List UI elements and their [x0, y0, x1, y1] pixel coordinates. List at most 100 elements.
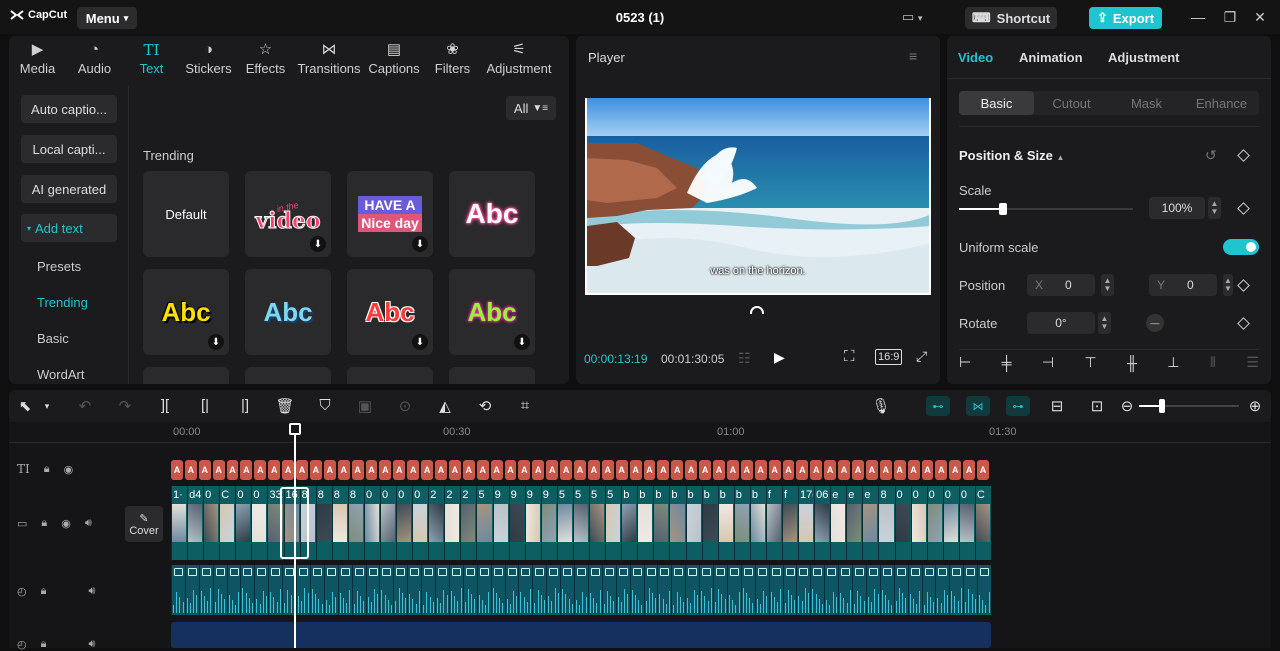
text-clip[interactable]: A	[879, 460, 892, 480]
audio-clip[interactable]	[810, 565, 823, 615]
video-clip[interactable]: C	[219, 486, 235, 560]
rotate-dial-icon[interactable]: —	[1146, 314, 1164, 332]
align-center-h-icon[interactable]: ╪	[1002, 355, 1012, 371]
text-clip[interactable]: A	[421, 460, 434, 480]
audio-clip[interactable]	[615, 565, 629, 615]
distribute-h-icon[interactable]: ⦀	[1210, 354, 1216, 371]
audio-clip[interactable]	[532, 565, 545, 615]
text-clip[interactable]: A	[435, 460, 447, 480]
video-clip[interactable]: 5	[556, 486, 572, 560]
text-clip[interactable]: A	[587, 460, 600, 480]
align-bottom-icon[interactable]: ⊥	[1167, 354, 1179, 371]
lock-icon[interactable]: 🔒︎	[44, 463, 50, 476]
text-preset-tile[interactable]: Abc ⬇	[449, 269, 535, 355]
rotate-input[interactable]: 0°	[1027, 312, 1095, 334]
text-preset-tile[interactable]	[449, 367, 535, 384]
text-clip[interactable]: A	[476, 460, 489, 480]
audio-clip[interactable]	[907, 565, 921, 615]
text-clip[interactable]: A	[184, 460, 197, 480]
download-icon[interactable]: ⬇	[310, 236, 326, 252]
tab-stickers[interactable]: ◑ Stickers	[180, 36, 237, 78]
text-clip[interactable]: A	[768, 460, 781, 480]
video-clip[interactable]: 5	[589, 486, 605, 560]
audio-clip[interactable]	[365, 565, 379, 615]
video-clip[interactable]: 9	[540, 486, 556, 560]
freeze-icon[interactable]: ▣	[355, 397, 375, 415]
minimize-icon[interactable]: —	[1188, 9, 1208, 25]
collapse-icon[interactable]: ▲	[1057, 153, 1065, 162]
video-clip[interactable]: 9	[524, 486, 540, 560]
video-clip[interactable]: b	[717, 486, 733, 560]
text-clip[interactable]: A	[629, 460, 642, 480]
video-clip[interactable]: 0	[910, 486, 926, 560]
preview-axis-icon[interactable]: ⊡	[1087, 397, 1107, 415]
download-icon[interactable]: ⬇	[208, 334, 224, 350]
text-clip[interactable]: A	[601, 460, 614, 480]
video-clip[interactable]: b	[733, 486, 749, 560]
video-clip[interactable]: 8	[331, 486, 347, 560]
audio-clip[interactable]	[699, 565, 712, 615]
text-clip[interactable]: A	[782, 460, 795, 480]
video-clip[interactable]: 1·	[171, 486, 187, 560]
subtab-mask[interactable]: Mask	[1109, 91, 1184, 115]
text-clip[interactable]: A	[907, 460, 920, 480]
audio-clip[interactable]	[685, 565, 698, 615]
text-clip[interactable]: A	[685, 460, 698, 480]
position-y-input[interactable]: Y 0	[1149, 274, 1217, 296]
text-clip[interactable]: A	[657, 460, 670, 480]
scale-stepper[interactable]: ▲ ▼	[1208, 197, 1221, 219]
text-clip[interactable]: A	[921, 460, 934, 480]
add-text-button[interactable]: ▾ Add text	[21, 214, 117, 242]
ai-generated-button[interactable]: AI generated	[21, 175, 117, 203]
zoom-slider-thumb[interactable]	[1159, 399, 1165, 413]
align-left-icon[interactable]: ⊢	[959, 354, 971, 371]
time-ruler[interactable]: 00:00 00:30 01:00 01:30	[171, 422, 1271, 442]
uniform-scale-toggle[interactable]	[1223, 239, 1259, 255]
rotate-handle-icon[interactable]	[750, 306, 764, 314]
split-view-icon[interactable]: ⊟	[1047, 397, 1067, 415]
audio-clip[interactable]	[643, 565, 657, 615]
tab-captions[interactable]: ▤ Captions	[364, 36, 424, 78]
audio-clip[interactable]	[657, 565, 671, 615]
text-clip[interactable]: A	[254, 460, 267, 480]
video-clip[interactable]: b	[653, 486, 669, 560]
audio-clip[interactable]	[796, 565, 810, 615]
layout-icon[interactable]: ▭ ▾	[902, 9, 922, 25]
maximize-icon[interactable]: ❐	[1220, 9, 1240, 26]
cover-button[interactable]: ✎ Cover	[125, 506, 163, 542]
subtab-cutout[interactable]: Cutout	[1034, 91, 1109, 115]
video-clip[interactable]: b	[669, 486, 685, 560]
text-clip[interactable]: A	[560, 460, 573, 480]
video-clip[interactable]: 5	[572, 486, 589, 560]
text-preset-tile[interactable]: Abc	[245, 269, 331, 355]
marker-icon[interactable]: ⛉	[315, 397, 335, 414]
text-clip[interactable]: A	[713, 460, 725, 480]
audio-clip[interactable]	[782, 565, 796, 615]
download-icon[interactable]: ⬇	[412, 334, 428, 350]
tab-effects[interactable]: ☆ Effects	[237, 36, 294, 78]
video-clip[interactable]: 0	[380, 486, 396, 560]
video-clip[interactable]: 2	[444, 486, 460, 560]
audio-clip[interactable]	[768, 565, 782, 615]
export-button[interactable]: ⇪ Export	[1089, 7, 1162, 29]
microphone-icon[interactable]: 🎙︎	[871, 397, 891, 415]
audio-clip[interactable]	[212, 565, 226, 615]
lock-icon[interactable]: 🔒︎	[41, 517, 47, 530]
text-clip[interactable]: A	[351, 460, 364, 480]
undo-icon[interactable]: ↶	[75, 397, 95, 415]
video-clip[interactable]: 8	[878, 486, 894, 560]
tab-video[interactable]: Video	[958, 50, 993, 65]
text-clip[interactable]: A	[462, 460, 475, 480]
audio-clip[interactable]	[893, 565, 907, 615]
text-clip[interactable]: A	[268, 460, 281, 480]
text-clip[interactable]: A	[643, 460, 656, 480]
scale-slider-thumb[interactable]	[998, 203, 1007, 215]
video-clip[interactable]: 5	[605, 486, 621, 560]
video-clip[interactable]: 0	[235, 486, 251, 560]
text-clip[interactable]: A	[810, 460, 823, 480]
video-clip[interactable]: e	[862, 486, 878, 560]
audio-clip[interactable]	[587, 565, 601, 615]
tab-filters[interactable]: ❀ Filters	[424, 36, 481, 78]
text-clip[interactable]: A	[518, 460, 531, 480]
audio-clip[interactable]	[518, 565, 532, 615]
